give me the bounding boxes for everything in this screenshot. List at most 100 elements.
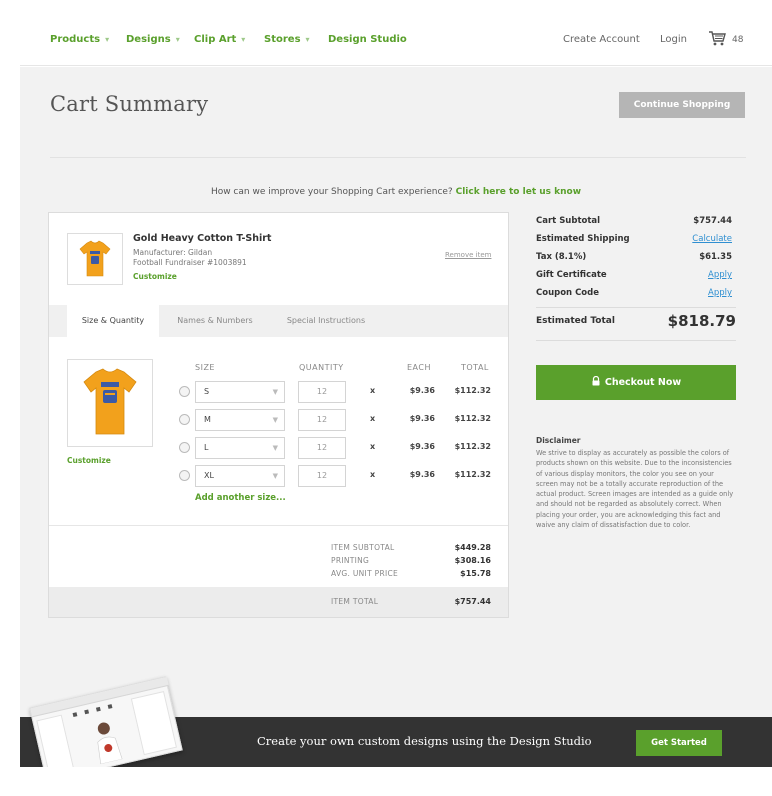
person-icon bbox=[97, 722, 123, 765]
remove-size-radio[interactable] bbox=[179, 442, 190, 453]
product-image[interactable] bbox=[67, 359, 153, 447]
item-total-bar: ITEM TOTAL $757.44 bbox=[49, 587, 508, 617]
summary-row-shipping: Estimated Shipping Calculate bbox=[536, 234, 732, 250]
tool-icon bbox=[95, 706, 101, 712]
unit-price: $9.36 bbox=[409, 442, 435, 451]
banner-text: Create your own custom designs using the… bbox=[257, 734, 592, 748]
tab-special-instructions[interactable]: Special Instructions bbox=[271, 305, 381, 337]
get-started-button[interactable]: Get Started bbox=[636, 730, 722, 756]
multiply-sign: x bbox=[370, 442, 376, 451]
page: Products ▾ Designs ▾ Clip Art ▾ Stores ▾ Des… bbox=[20, 14, 772, 796]
feedback-link[interactable]: Click here to let us know bbox=[456, 187, 581, 197]
size-row: L ▼ 12 x $9.36 $112.32 bbox=[49, 437, 508, 459]
size-select[interactable]: XL ▼ bbox=[195, 465, 285, 487]
summary-row-gift-certificate: Gift Certificate Apply bbox=[536, 270, 732, 286]
quantity-input[interactable]: 12 bbox=[298, 381, 346, 403]
quantity-input[interactable]: 12 bbox=[298, 465, 346, 487]
summary-label: Coupon Code bbox=[536, 288, 599, 298]
tab-names-numbers[interactable]: Names & Numbers bbox=[165, 305, 265, 337]
multiply-sign: x bbox=[370, 414, 376, 423]
apply-gift-certificate-link[interactable]: Apply bbox=[708, 270, 732, 280]
divider bbox=[50, 157, 746, 158]
chevron-down-icon: ▼ bbox=[272, 416, 278, 424]
nav-designs[interactable]: Designs ▾ bbox=[126, 34, 180, 45]
screenshot-panel bbox=[130, 690, 177, 756]
customize-link[interactable]: Customize bbox=[133, 272, 177, 281]
chevron-down-icon: ▼ bbox=[272, 388, 278, 396]
estimated-total-value: $818.79 bbox=[667, 312, 736, 330]
size-select[interactable]: M ▼ bbox=[195, 409, 285, 431]
calculate-shipping-link[interactable]: Calculate bbox=[692, 234, 732, 244]
chevron-down-icon: ▾ bbox=[305, 35, 310, 44]
item-subtotal-label: ITEM SUBTOTAL bbox=[331, 543, 395, 552]
item-tabs: Size & Quantity Names & Numbers Special … bbox=[49, 305, 508, 337]
nav-stores[interactable]: Stores ▾ bbox=[264, 34, 310, 45]
page-title: Cart Summary bbox=[50, 92, 209, 116]
size-select[interactable]: L ▼ bbox=[195, 437, 285, 459]
design-studio-banner: Create your own custom designs using the… bbox=[20, 676, 772, 782]
summary-label: Cart Subtotal bbox=[536, 216, 601, 226]
line-total: $112.32 bbox=[454, 442, 491, 451]
size-row: XL ▼ 12 x $9.36 $112.32 bbox=[49, 465, 508, 487]
line-total: $112.32 bbox=[454, 414, 491, 423]
tool-icon bbox=[84, 709, 90, 715]
multiply-sign: x bbox=[370, 386, 376, 395]
line-total: $112.32 bbox=[454, 470, 491, 479]
line-total: $112.32 bbox=[454, 386, 491, 395]
product-store: Football Fundraiser #1003891 bbox=[133, 258, 247, 267]
cart-item-card: Gold Heavy Cotton T-Shirt Manufacturer: … bbox=[48, 212, 509, 618]
cart-count[interactable]: 48 bbox=[732, 35, 743, 45]
avg-unit-price-value: $15.78 bbox=[460, 569, 491, 578]
column-header-total: TOTAL bbox=[461, 363, 489, 372]
divider bbox=[536, 340, 736, 341]
main-content: Cart Summary Continue Shopping How can w… bbox=[20, 67, 772, 717]
size-row: S ▼ 12 x $9.36 $112.32 bbox=[49, 381, 508, 403]
tab-size-quantity[interactable]: Size & Quantity bbox=[67, 305, 159, 337]
quantity-input[interactable]: 12 bbox=[298, 409, 346, 431]
nav-products[interactable]: Products ▾ bbox=[50, 34, 109, 45]
product-manufacturer: Manufacturer: Gildan bbox=[133, 248, 213, 257]
unit-price: $9.36 bbox=[409, 470, 435, 479]
unit-price: $9.36 bbox=[409, 414, 435, 423]
estimated-total-label: Estimated Total bbox=[536, 316, 615, 326]
disclaimer-title: Disclaimer bbox=[536, 436, 581, 445]
lock-icon bbox=[592, 376, 600, 386]
feedback-text: How can we improve your Shopping Cart ex… bbox=[210, 187, 453, 197]
chevron-down-icon: ▼ bbox=[272, 472, 278, 480]
summary-label: Tax (8.1%) bbox=[536, 252, 587, 262]
tool-icon bbox=[107, 704, 113, 709]
summary-value: $757.44 bbox=[693, 216, 732, 226]
remove-size-radio[interactable] bbox=[179, 386, 190, 397]
column-header-quantity: QUANTITY bbox=[299, 363, 344, 372]
remove-item-link[interactable]: Remove item bbox=[445, 251, 491, 259]
quantity-input[interactable]: 12 bbox=[298, 437, 346, 459]
checkout-button[interactable]: Checkout Now bbox=[536, 365, 736, 400]
nav-design-studio[interactable]: Design Studio bbox=[328, 34, 407, 45]
item-total-value: $757.44 bbox=[454, 597, 491, 606]
nav-clip-art[interactable]: Clip Art ▾ bbox=[194, 34, 245, 45]
divider bbox=[49, 525, 508, 526]
column-header-each: EACH bbox=[407, 363, 431, 372]
summary-label: Estimated Shipping bbox=[536, 234, 630, 244]
tshirt-icon bbox=[79, 240, 111, 277]
login-link[interactable]: Login bbox=[660, 34, 687, 45]
printing-value: $308.16 bbox=[454, 556, 491, 565]
feedback-banner: How can we improve your Shopping Cart ex… bbox=[20, 187, 772, 197]
footer-space bbox=[20, 767, 772, 796]
item-total-label: ITEM TOTAL bbox=[331, 597, 379, 606]
create-account-link[interactable]: Create Account bbox=[563, 34, 640, 45]
avg-unit-price-label: AVG. UNIT PRICE bbox=[331, 569, 399, 578]
summary-label: Gift Certificate bbox=[536, 270, 607, 280]
apply-coupon-link[interactable]: Apply bbox=[708, 288, 732, 298]
printing-label: PRINTING bbox=[331, 556, 370, 565]
product-name[interactable]: Gold Heavy Cotton T-Shirt bbox=[133, 233, 271, 244]
remove-size-radio[interactable] bbox=[179, 414, 190, 425]
size-select[interactable]: S ▼ bbox=[195, 381, 285, 403]
cart-icon[interactable] bbox=[708, 30, 726, 46]
add-size-link[interactable]: Add another size... bbox=[195, 493, 286, 503]
continue-shopping-button[interactable]: Continue Shopping bbox=[619, 92, 745, 118]
summary-row-tax: Tax (8.1%) $61.35 bbox=[536, 252, 732, 268]
remove-size-radio[interactable] bbox=[179, 470, 190, 481]
product-thumbnail[interactable] bbox=[67, 233, 123, 285]
divider bbox=[536, 307, 736, 308]
